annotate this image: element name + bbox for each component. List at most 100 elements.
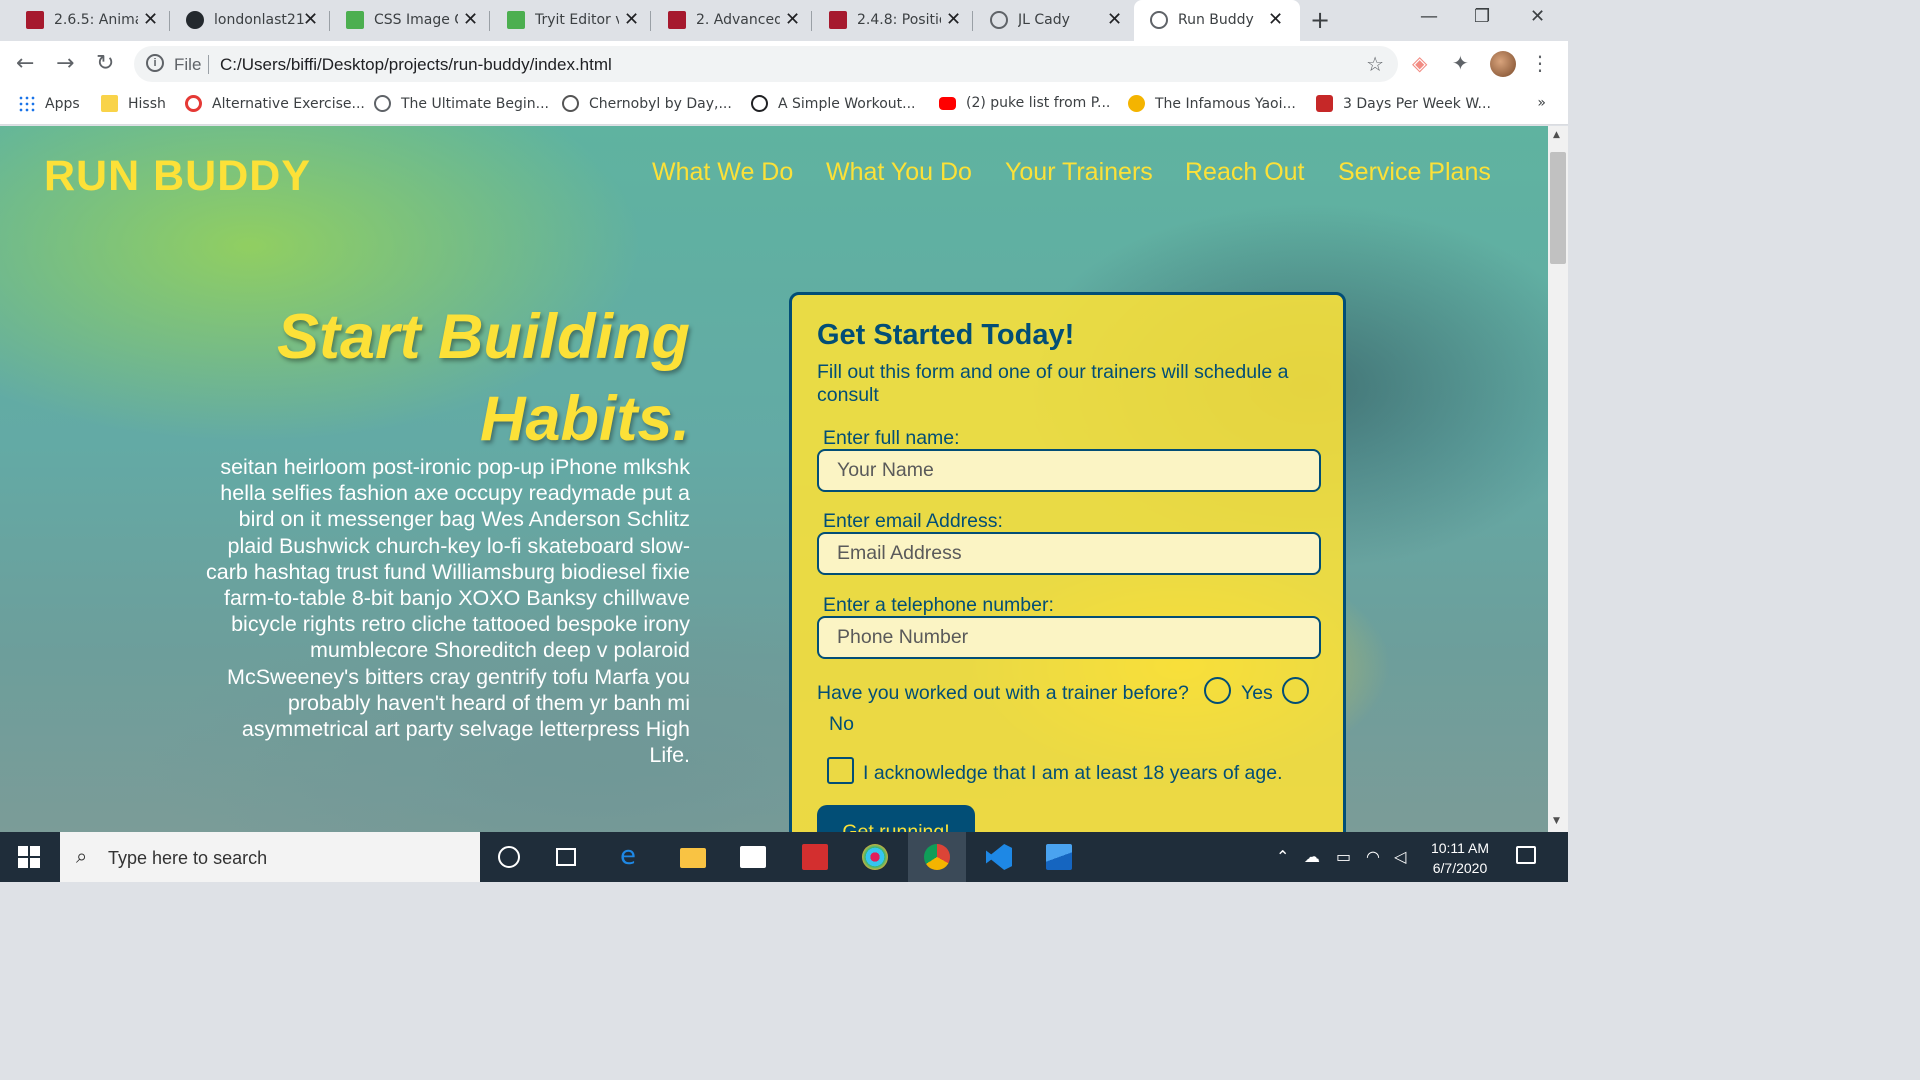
file-explorer-icon[interactable]: [680, 848, 706, 868]
taskbar-search[interactable]: ⌕ Type here to search: [60, 832, 480, 882]
tab-tryit-editor[interactable]: Tryit Editor v ✕: [481, 0, 651, 41]
menu-kebab-icon[interactable]: ⋮: [1530, 51, 1550, 75]
bookmark-alternative-exercise[interactable]: Alternative Exercise...: [185, 95, 365, 112]
scroll-up-arrow-icon[interactable]: ▲: [1553, 130, 1560, 140]
trainer-question: Have you worked out with a trainer befor…: [817, 682, 1189, 704]
hero-paragraph: seitan heirloom post-ironic pop-up iPhon…: [206, 455, 690, 768]
name-field[interactable]: [817, 449, 1321, 492]
notifications-icon[interactable]: [1516, 846, 1536, 864]
vscode-icon[interactable]: [986, 844, 1012, 870]
trainer-yes-radio[interactable]: [1204, 677, 1231, 704]
tab-2-6-5-animations[interactable]: 2.6.5: Animat ✕: [0, 0, 170, 41]
address-bar[interactable]: i File C:/Users/biffi/Desktop/projects/r…: [134, 46, 1398, 82]
tab-advanced[interactable]: 2. Advanced ✕: [642, 0, 812, 41]
edx-icon: [668, 11, 686, 29]
phone-field[interactable]: [817, 616, 1321, 659]
globe-icon: [1150, 11, 1168, 29]
bookmark-hissh[interactable]: Hissh: [101, 95, 166, 112]
reload-button[interactable]: ↻: [96, 51, 114, 76]
close-tab-icon[interactable]: ✕: [946, 9, 961, 30]
windows-start-icon[interactable]: [18, 846, 40, 868]
trainer-no-label: No: [829, 713, 854, 735]
nav-reach-out[interactable]: Reach Out: [1185, 158, 1305, 187]
close-tab-icon[interactable]: ✕: [143, 9, 158, 30]
bookmark-apps[interactable]: Apps: [18, 95, 80, 112]
nav-what-you-do[interactable]: What You Do: [826, 158, 972, 187]
tab-jl-cady[interactable]: JL Cady ✕: [964, 0, 1134, 41]
bookmark-infamous[interactable]: The Infamous Yaoi...: [1128, 95, 1296, 112]
windows-taskbar: ⌕ Type here to search e ⌃ ☁ ▭ ◠ ◁ 10:11 …: [0, 832, 1568, 882]
chrome-icon[interactable]: [924, 844, 950, 870]
bookmark-simple-workout[interactable]: A Simple Workout...: [751, 95, 916, 112]
restore-button[interactable]: ❐: [1474, 6, 1490, 27]
runner-icon: [1316, 95, 1333, 112]
bookmark-chernobyl[interactable]: Chernobyl by Day,...: [562, 95, 732, 112]
bookmark-star-icon[interactable]: ☆: [1366, 52, 1384, 76]
edx-icon: [26, 11, 44, 29]
triangle-icon: [562, 95, 579, 112]
edge-icon[interactable]: e: [620, 841, 646, 871]
x-circle-icon: [751, 95, 768, 112]
bookmark-puke-list[interactable]: (2) puke list from P...: [939, 95, 1110, 111]
onedrive-icon[interactable]: ☁: [1304, 847, 1320, 866]
nav-what-we-do[interactable]: What We Do: [652, 158, 793, 187]
nav-service-plans[interactable]: Service Plans: [1338, 158, 1491, 187]
close-tab-icon[interactable]: ✕: [785, 9, 800, 30]
page-viewport: RUN BUDDY What We Do What You Do Your Tr…: [0, 126, 1548, 832]
bookmark-3-days-per-week[interactable]: 3 Days Per Week W...: [1316, 95, 1491, 112]
back-button[interactable]: ←: [16, 51, 34, 76]
name-label: Enter full name:: [823, 427, 960, 449]
system-clock[interactable]: 10:11 AM 6/7/2020: [1420, 838, 1500, 878]
hero-heading: Start Building Habits.: [277, 302, 690, 454]
age-checkbox[interactable]: [827, 757, 854, 784]
search-icon: ⌕: [76, 844, 88, 868]
scrollbar-thumb[interactable]: [1550, 152, 1566, 264]
site-brand[interactable]: RUN BUDDY: [44, 152, 311, 201]
trainer-no-radio[interactable]: [1282, 677, 1309, 704]
signup-form-card: Get Started Today! Fill out this form an…: [789, 292, 1346, 832]
extensions-puzzle-icon[interactable]: ✦: [1452, 51, 1469, 75]
trainer-yes-label: Yes: [1241, 682, 1273, 704]
new-tab-button[interactable]: +: [1310, 6, 1330, 34]
globe-icon: [374, 95, 391, 112]
close-window-button[interactable]: ✕: [1530, 6, 1545, 27]
apps-grid-icon: [18, 95, 35, 112]
store-icon[interactable]: [740, 846, 766, 868]
task-view-icon[interactable]: [556, 848, 576, 866]
tray-chevron-icon[interactable]: ⌃: [1276, 847, 1289, 866]
close-tab-icon[interactable]: ✕: [463, 9, 478, 30]
cortana-icon[interactable]: [498, 846, 520, 868]
nav-your-trainers[interactable]: Your Trainers: [1005, 158, 1153, 187]
tab-positioning[interactable]: 2.4.8: Positio ✕: [803, 0, 973, 41]
close-tab-icon[interactable]: ✕: [624, 9, 639, 30]
more-bookmarks-button[interactable]: »: [1537, 95, 1546, 111]
cast-extension-icon[interactable]: ◈: [1412, 51, 1427, 75]
bookmarks-bar: Apps Hissh Alternative Exercise... The U…: [0, 87, 1568, 125]
get-running-button[interactable]: Get running!: [817, 805, 975, 832]
browser-toolbar: ← → ↻ i File C:/Users/biffi/Desktop/proj…: [0, 41, 1568, 87]
close-tab-icon[interactable]: ✕: [1268, 9, 1283, 30]
minimize-button[interactable]: —: [1420, 6, 1438, 27]
url-text[interactable]: C:/Users/biffi/Desktop/projects/run-budd…: [220, 55, 612, 75]
tab-css-image[interactable]: CSS Image C ✕: [320, 0, 490, 41]
wifi-icon[interactable]: ◠: [1366, 847, 1380, 866]
close-tab-icon[interactable]: ✕: [303, 9, 318, 30]
profile-avatar[interactable]: [1490, 51, 1516, 77]
site-info-icon[interactable]: i: [146, 54, 164, 72]
forward-button[interactable]: →: [56, 51, 74, 76]
bookmark-ultimate-beginner[interactable]: The Ultimate Begin...: [374, 95, 549, 112]
tab-github[interactable]: londonlast21 ✕: [160, 0, 330, 41]
photos-icon[interactable]: [1046, 844, 1072, 870]
gift-icon[interactable]: [802, 844, 828, 870]
slack-icon[interactable]: [862, 844, 888, 870]
form-heading: Get Started Today!: [817, 319, 1075, 351]
phone-label: Enter a telephone number:: [823, 594, 1054, 616]
scroll-down-arrow-icon[interactable]: ▼: [1553, 816, 1560, 826]
tab-run-buddy[interactable]: Run Buddy ✕: [1134, 0, 1300, 41]
battery-icon[interactable]: ▭: [1336, 847, 1351, 866]
page-scrollbar[interactable]: ▲ ▼: [1548, 126, 1568, 832]
search-placeholder: Type here to search: [108, 848, 268, 868]
email-field[interactable]: [817, 532, 1321, 575]
volume-icon[interactable]: ◁: [1394, 847, 1406, 866]
close-tab-icon[interactable]: ✕: [1107, 9, 1122, 30]
